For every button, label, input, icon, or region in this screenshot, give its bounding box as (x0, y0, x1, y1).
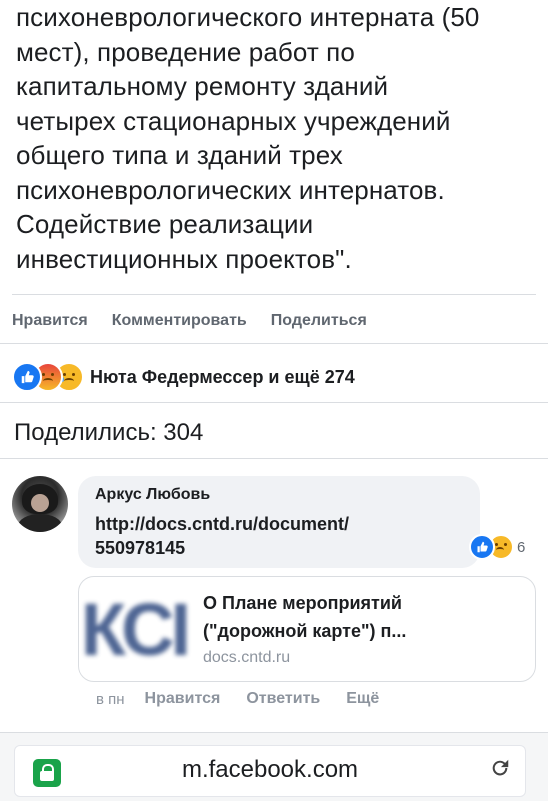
like-button[interactable]: Нравится (12, 312, 88, 330)
comment-reactions[interactable]: 6 (469, 534, 525, 560)
shares-count[interactable]: Поделились: 304 (14, 419, 203, 447)
link-preview-card[interactable]: КСІ О Плане мероприятий ("дорожной карте… (78, 576, 536, 682)
link-preview-title: О Плане мероприятий (203, 593, 402, 613)
comment-timestamp[interactable]: в пн (96, 691, 125, 708)
post-text-line: капитальному ремонту зданий (16, 71, 389, 101)
comment-link[interactable]: 550978145 (95, 538, 185, 559)
like-icon (12, 362, 42, 392)
post-text-line: мест), проведение работ по (16, 36, 355, 67)
divider (12, 294, 536, 295)
post-text-line: психоневрологических интернатов. (16, 174, 445, 205)
divider (0, 402, 548, 403)
comment-bubble: Аркус Любовь http://docs.cntd.ru/documen… (78, 476, 480, 568)
url-text[interactable]: m.facebook.com (15, 756, 525, 784)
post-text-line: общего типа и зданий трех (16, 140, 343, 170)
comment-like-button[interactable]: Нравится (145, 690, 221, 708)
post-actions: Нравится Комментировать Поделиться (12, 312, 391, 330)
comment-link[interactable]: http://docs.cntd.ru/document/ (95, 514, 349, 535)
reload-icon[interactable] (489, 757, 511, 786)
link-preview-title: ("дорожной карте") п... (203, 621, 407, 641)
link-preview-domain: docs.cntd.ru (203, 649, 291, 666)
avatar[interactable] (12, 476, 68, 532)
like-icon (469, 534, 495, 560)
divider (0, 458, 548, 459)
post-text-line: психоневрологического интерната (50 (16, 2, 480, 32)
comment-actions: в пн Нравится Ответить Ещё (96, 690, 405, 708)
post-text-line: четырех стационарных учреждений (16, 105, 451, 136)
comment-author[interactable]: Аркус Любовь (95, 486, 210, 504)
thumbnail-logo-text: КСІ (80, 587, 191, 671)
divider (0, 343, 548, 344)
url-box[interactable]: m.facebook.com (14, 745, 526, 797)
link-preview-thumbnail: КСІ (80, 583, 191, 675)
comment-reaction-count: 6 (517, 538, 526, 556)
comment-reply-button[interactable]: Ответить (246, 690, 320, 708)
post-text: психоневрологического интерната (50 мест… (16, 0, 536, 276)
post-text-line: инвестиционных проектов". (16, 243, 352, 274)
reaction-names[interactable]: Нюта Федермессер и ещё 274 (90, 367, 355, 388)
comment-more-button[interactable]: Ещё (346, 690, 379, 708)
reactions-summary[interactable]: Нюта Федермессер и ещё 274 (12, 362, 355, 392)
browser-address-bar: m.facebook.com (0, 732, 548, 801)
comment-button[interactable]: Комментировать (112, 312, 247, 330)
post-text-line: Содействие реализации (16, 209, 314, 239)
share-button[interactable]: Поделиться (271, 312, 367, 330)
